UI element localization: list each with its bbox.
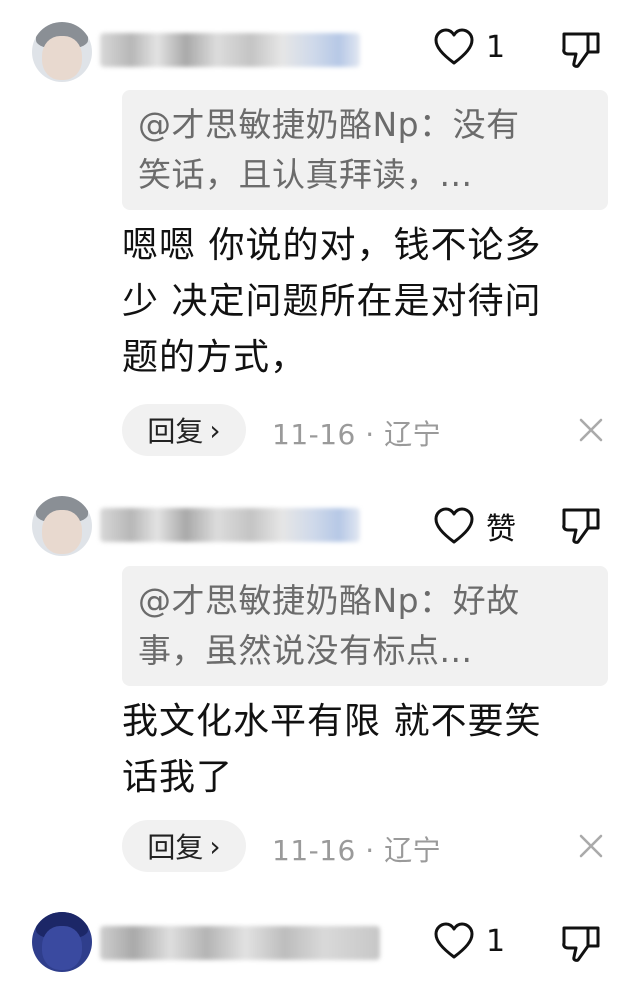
separator-dot: · [365, 418, 375, 451]
username-blurred[interactable] [100, 508, 360, 542]
quoted-comment[interactable]: @才思敏捷奶酪Np：没有 笑话，且认真拜读，... [122, 90, 608, 210]
close-icon[interactable] [578, 417, 604, 443]
like-count: 1 [486, 923, 506, 959]
comment-location: 辽宁 [384, 834, 442, 867]
comment-line: 题的方式， [122, 337, 308, 378]
avatar[interactable] [32, 22, 92, 82]
comment-meta: 11-16 · 辽宁 [272, 413, 441, 453]
comment-line: 少 决定问题所在是对待问 [122, 281, 542, 322]
comment-line: 嗯嗯 你说的对，钱不论多 [122, 225, 542, 266]
avatar[interactable] [32, 496, 92, 556]
quote-line: 笑话，且认真拜读，... [138, 155, 473, 194]
reply-button[interactable]: 回复 › [122, 820, 246, 872]
quote-line: @才思敏捷奶酪Np：没有 [138, 105, 520, 144]
like-button[interactable]: 赞 [434, 504, 516, 548]
reply-label: 回复 [147, 831, 204, 864]
comment-text: 我文化水平有限 就不要笑 话我了 [122, 694, 608, 806]
chevron-right-icon: › [209, 829, 221, 863]
comment-line: 话我了 [122, 757, 234, 798]
comment-date: 11-16 [272, 418, 356, 451]
reply-label: 回复 [147, 415, 204, 448]
comment-meta: 11-16 · 辽宁 [272, 829, 441, 869]
reply-button[interactable]: 回复 › [122, 404, 246, 456]
like-button[interactable]: 1 [434, 922, 505, 960]
like-label: 赞 [486, 512, 516, 547]
heart-icon [434, 28, 474, 65]
thumbs-down-icon[interactable] [560, 28, 602, 70]
comment-date: 11-16 [272, 834, 356, 867]
chevron-right-icon: › [209, 413, 221, 447]
comment-line: 我文化水平有限 就不要笑 [122, 701, 542, 742]
like-count: 1 [486, 29, 506, 65]
thumbs-down-icon[interactable] [560, 504, 602, 546]
like-button[interactable]: 1 [434, 28, 505, 66]
avatar[interactable] [32, 912, 92, 972]
comment-location: 辽宁 [384, 418, 442, 451]
quote-line: 事，虽然说没有标点... [138, 631, 473, 670]
heart-icon [434, 507, 474, 544]
comment-text: 嗯嗯 你说的对，钱不论多 少 决定问题所在是对待问 题的方式， [122, 218, 608, 386]
thumbs-down-icon[interactable] [560, 922, 602, 964]
username-blurred[interactable] [100, 926, 380, 960]
username-blurred[interactable] [100, 33, 360, 67]
quoted-comment[interactable]: @才思敏捷奶酪Np：好故 事，虽然说没有标点... [122, 566, 608, 686]
heart-icon [434, 922, 474, 959]
separator-dot: · [365, 834, 375, 867]
quote-line: @才思敏捷奶酪Np：好故 [138, 581, 520, 620]
close-icon[interactable] [578, 833, 604, 859]
